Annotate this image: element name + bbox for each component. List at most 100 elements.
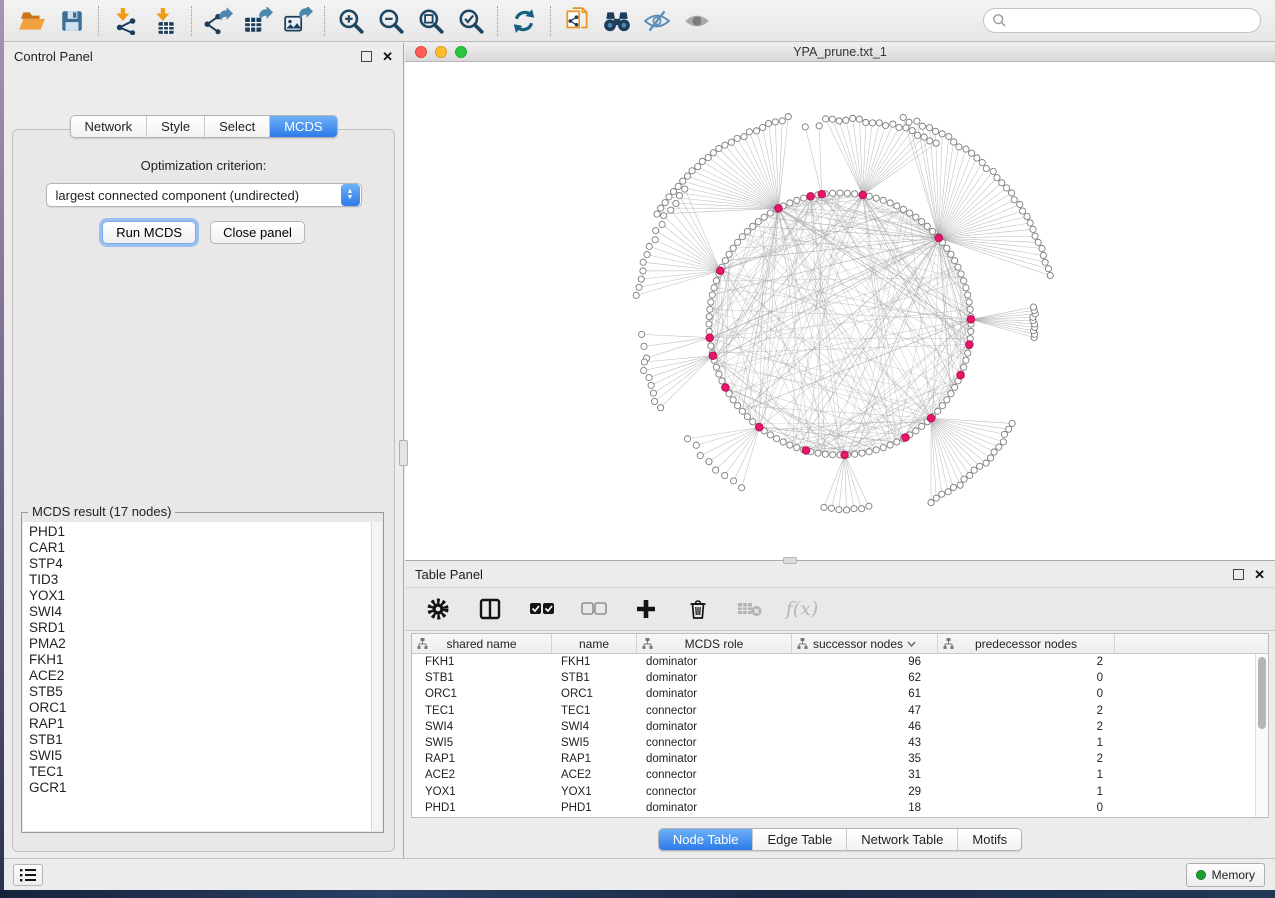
network-canvas[interactable] xyxy=(405,62,1273,559)
graph-node[interactable] xyxy=(913,214,919,220)
mcds-result-item[interactable]: TEC1 xyxy=(29,764,371,780)
float-window-icon[interactable] xyxy=(1233,569,1244,580)
graph-node[interactable] xyxy=(719,378,725,384)
table-cell[interactable]: SWI4 xyxy=(552,721,637,733)
graph-leaf-node[interactable] xyxy=(673,200,679,206)
graph-leaf-node[interactable] xyxy=(850,115,856,121)
table-cell[interactable]: connector xyxy=(637,705,792,717)
task-history-button[interactable] xyxy=(13,864,43,886)
table-cell[interactable]: STB1 xyxy=(552,672,637,684)
mcds-result-item[interactable]: SRD1 xyxy=(29,620,371,636)
graph-leaf-node[interactable] xyxy=(648,382,654,388)
graph-leaf-node[interactable] xyxy=(928,500,934,506)
function-fx-icon[interactable]: f(x) xyxy=(787,594,817,624)
zoom-fit-icon[interactable] xyxy=(411,4,451,38)
table-cell[interactable]: ORC1 xyxy=(412,688,552,700)
graph-leaf-node[interactable] xyxy=(652,237,658,243)
graph-leaf-node[interactable] xyxy=(699,158,705,164)
graph-node[interactable] xyxy=(755,218,761,224)
graph-leaf-node[interactable] xyxy=(636,284,642,290)
zoom-selected-icon[interactable] xyxy=(451,4,491,38)
graph-node[interactable] xyxy=(711,285,717,291)
graph-node[interactable] xyxy=(935,408,941,414)
table-cell[interactable]: 2 xyxy=(938,753,1115,765)
table-row[interactable]: TEC1TEC1connector472 xyxy=(412,703,1255,719)
table-cell[interactable]: connector xyxy=(637,786,792,798)
column-header-successor-nodes[interactable]: successor nodes xyxy=(792,634,938,653)
table-row[interactable]: YOX1YOX1connector291 xyxy=(412,784,1255,800)
table-row[interactable]: STB1STB1dominator620 xyxy=(412,670,1255,686)
mcds-dominator-node[interactable] xyxy=(935,234,943,242)
horizontal-splitter-handle[interactable] xyxy=(783,557,797,564)
graph-node[interactable] xyxy=(739,408,745,414)
mcds-result-item[interactable]: TID3 xyxy=(29,572,371,588)
open-file-icon[interactable] xyxy=(12,4,52,38)
graph-node[interactable] xyxy=(750,419,756,425)
table-cell[interactable]: TEC1 xyxy=(412,705,552,717)
graph-leaf-node[interactable] xyxy=(765,120,771,126)
graph-leaf-node[interactable] xyxy=(646,374,652,380)
graph-leaf-node[interactable] xyxy=(983,165,989,171)
table-cell[interactable]: dominator xyxy=(637,672,792,684)
graph-leaf-node[interactable] xyxy=(883,122,889,128)
graph-leaf-node[interactable] xyxy=(738,485,744,491)
graph-leaf-node[interactable] xyxy=(712,467,718,473)
table-cell[interactable]: 1 xyxy=(938,737,1115,749)
graph-node[interactable] xyxy=(780,439,786,445)
tab-network-table[interactable]: Network Table xyxy=(846,829,957,850)
graph-node[interactable] xyxy=(709,292,715,298)
graph-leaf-node[interactable] xyxy=(638,276,644,282)
graph-leaf-node[interactable] xyxy=(641,367,647,373)
graph-node[interactable] xyxy=(952,384,958,390)
table-cell[interactable]: TEC1 xyxy=(552,705,637,717)
graph-node[interactable] xyxy=(708,343,714,349)
mcds-result-item[interactable]: FKH1 xyxy=(29,652,371,668)
mcds-result-item[interactable]: SWI5 xyxy=(29,748,371,764)
graph-node[interactable] xyxy=(739,234,745,240)
graph-node[interactable] xyxy=(761,214,767,220)
graph-leaf-node[interactable] xyxy=(909,128,915,134)
vertical-splitter-handle[interactable] xyxy=(399,440,408,466)
graph-node[interactable] xyxy=(887,442,893,448)
mcds-dominator-node[interactable] xyxy=(818,190,826,198)
table-cell[interactable]: dominator xyxy=(637,721,792,733)
network-graph[interactable] xyxy=(405,62,1273,559)
table-cell[interactable]: 47 xyxy=(792,705,938,717)
table-cell[interactable]: 43 xyxy=(792,737,938,749)
graph-leaf-node[interactable] xyxy=(1009,420,1015,426)
graph-node[interactable] xyxy=(713,278,719,284)
mcds-dominator-node[interactable] xyxy=(927,414,935,422)
graph-node[interactable] xyxy=(787,200,793,206)
table-cell[interactable]: STB1 xyxy=(412,672,552,684)
table-row[interactable]: ACE2ACE2connector311 xyxy=(412,767,1255,783)
graph-node[interactable] xyxy=(706,321,712,327)
graph-leaf-node[interactable] xyxy=(821,504,827,510)
graph-leaf-node[interactable] xyxy=(710,150,716,156)
mcds-dominator-node[interactable] xyxy=(902,434,910,442)
import-table-icon[interactable] xyxy=(145,4,185,38)
graph-leaf-node[interactable] xyxy=(680,178,686,184)
graph-leaf-node[interactable] xyxy=(914,118,920,124)
mcds-result-item[interactable]: PMA2 xyxy=(29,636,371,652)
graph-leaf-node[interactable] xyxy=(722,472,728,478)
graph-node[interactable] xyxy=(726,251,732,257)
graph-node[interactable] xyxy=(774,436,780,442)
graph-leaf-node[interactable] xyxy=(641,359,647,365)
graph-leaf-node[interactable] xyxy=(977,463,983,469)
show-all-eye-icon[interactable] xyxy=(677,4,717,38)
graph-node[interactable] xyxy=(919,423,925,429)
mcds-dominator-node[interactable] xyxy=(709,352,717,360)
graph-leaf-node[interactable] xyxy=(851,506,857,512)
mcds-result-item[interactable]: SWI4 xyxy=(29,604,371,620)
mcds-result-item[interactable]: RAP1 xyxy=(29,716,371,732)
export-image-icon[interactable] xyxy=(278,4,318,38)
mcds-dominator-node[interactable] xyxy=(841,451,849,459)
table-cell[interactable]: RAP1 xyxy=(412,753,552,765)
table-cell[interactable]: 2 xyxy=(938,705,1115,717)
graph-leaf-node[interactable] xyxy=(689,168,695,174)
graph-leaf-node[interactable] xyxy=(974,155,980,161)
graph-leaf-node[interactable] xyxy=(939,491,945,497)
graph-leaf-node[interactable] xyxy=(646,243,652,249)
table-cell[interactable]: 62 xyxy=(792,672,938,684)
graph-node[interactable] xyxy=(873,195,879,201)
